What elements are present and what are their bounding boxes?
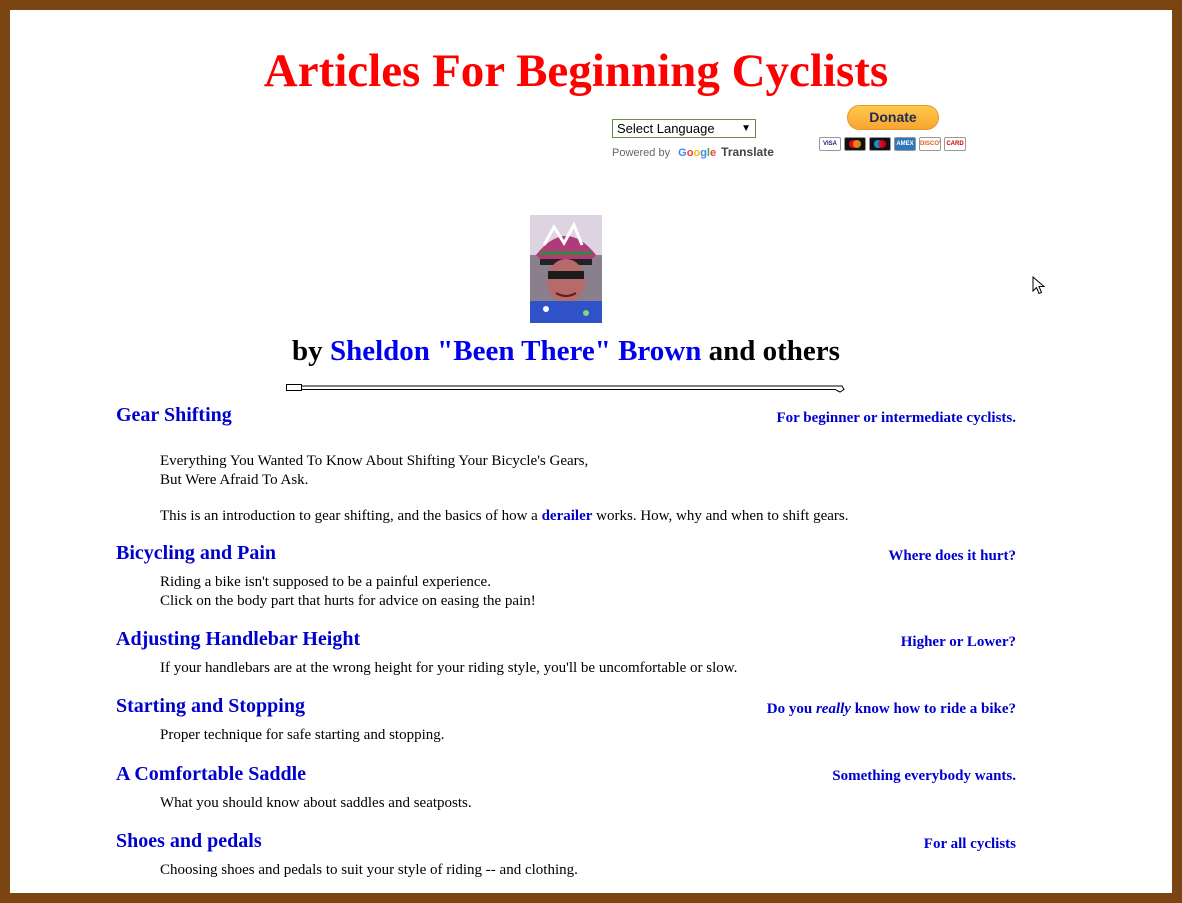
page-title: Articles For Beginning Cyclists — [263, 45, 889, 97]
byline-prefix: by — [292, 335, 323, 367]
credit-card-icon: CARD — [944, 137, 966, 151]
article-title-starting-stopping[interactable]: Starting and Stopping — [116, 694, 305, 718]
visa-card-icon: VISA — [819, 137, 841, 151]
article-title-bicycling-pain[interactable]: Bicycling and Pain — [116, 541, 276, 565]
maestro-card-icon — [869, 137, 891, 151]
page-content: Articles For Beginning Cyclists Select L… — [10, 10, 1172, 893]
amex-card-icon: AMEX — [894, 137, 916, 151]
byline: by Sheldon "Been There" Brown and others — [10, 332, 1122, 370]
author-portrait — [530, 215, 602, 323]
article-desc-gear-shifting-3: This is an introduction to gear shifting… — [160, 508, 849, 524]
article-desc-starting-stopping: Proper technique for safe starting and s… — [160, 727, 445, 743]
mouse-cursor-icon — [1032, 276, 1046, 295]
article-desc-gear-shifting-1: Everything You Wanted To Know About Shif… — [160, 453, 589, 469]
article-title-gear-shifting[interactable]: Gear Shifting — [116, 403, 232, 427]
byline-suffix: and others — [708, 335, 840, 367]
powered-by-label: Powered by — [612, 147, 671, 159]
google-translate-credit: Powered by Google Translate — [612, 145, 774, 159]
article-title-handlebar-height[interactable]: Adjusting Handlebar Height — [116, 627, 360, 651]
article-desc-comfortable-saddle: What you should know about saddles and s… — [160, 795, 472, 811]
article-tag-handlebar-height[interactable]: Higher or Lower? — [901, 632, 1016, 652]
discover-card-icon: DISCOVER — [919, 137, 941, 151]
google-logo[interactable]: Google — [678, 147, 716, 159]
article-title-comfortable-saddle[interactable]: A Comfortable Saddle — [116, 762, 306, 786]
article-tag-comfortable-saddle[interactable]: Something everybody wants. — [832, 766, 1016, 786]
article-desc-handlebar-height: If your handlebars are at the wrong heig… — [160, 660, 738, 676]
derailer-link[interactable]: derailer — [542, 508, 593, 524]
article-tag-bicycling-pain[interactable]: Where does it hurt? — [888, 546, 1016, 566]
donate-button[interactable]: Donate — [847, 105, 939, 130]
article-tag-starting-stopping[interactable]: Do you really know how to ride a bike? — [767, 699, 1016, 719]
mastercard-icon — [844, 137, 866, 151]
payment-cards: VISA AMEX DISCOVER CARD — [819, 137, 966, 151]
article-desc-bicycling-pain-1: Riding a bike isn't supposed to be a pai… — [160, 574, 491, 590]
translate-label: Translate — [721, 145, 774, 159]
article-desc-bicycling-pain-2: Click on the body part that hurts for ad… — [160, 593, 536, 609]
article-title-shoes-pedals[interactable]: Shoes and pedals — [116, 829, 262, 853]
article-tag-gear-shifting[interactable]: For beginner or intermediate cyclists. — [776, 408, 1016, 428]
author-link[interactable]: Sheldon "Been There" Brown — [330, 335, 701, 367]
article-desc-gear-shifting-2: But Were Afraid To Ask. — [160, 472, 309, 488]
language-select[interactable]: Select Language ▼ — [612, 119, 756, 138]
language-select-value: Select Language — [617, 121, 715, 136]
article-desc-shoes-pedals: Choosing shoes and pedals to suit your s… — [160, 862, 578, 878]
bicycle-pump-divider — [286, 384, 845, 393]
chevron-down-icon: ▼ — [741, 123, 751, 134]
article-tag-shoes-pedals[interactable]: For all cyclists — [924, 834, 1016, 854]
